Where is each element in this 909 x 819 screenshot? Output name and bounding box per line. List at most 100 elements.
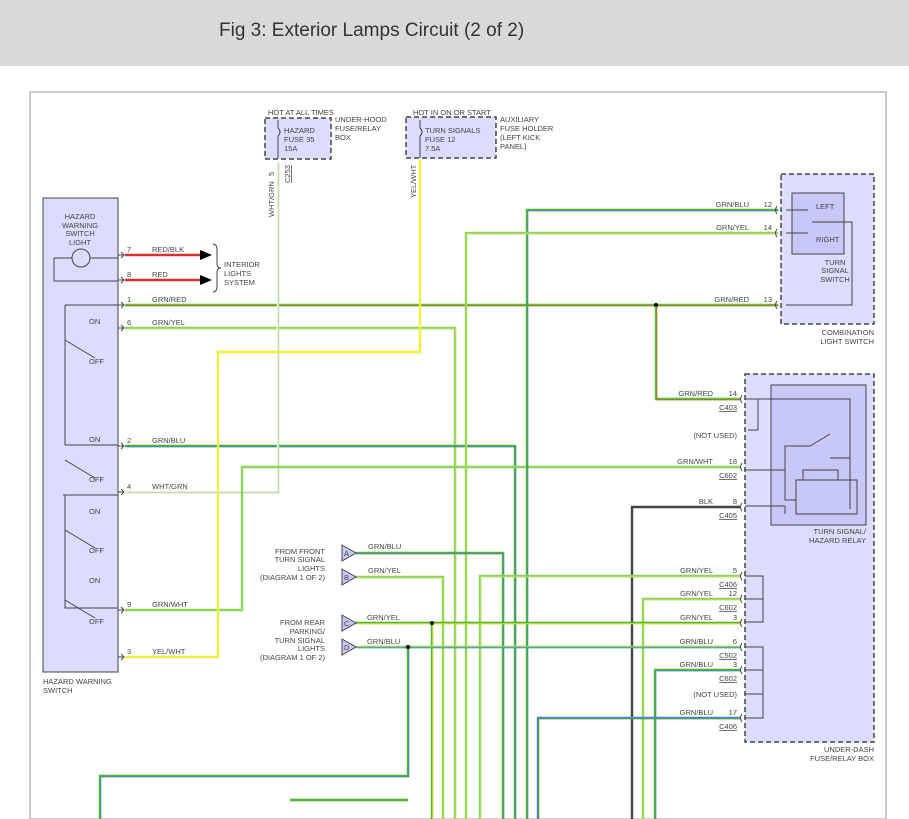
svg-text:WHT/GRN: WHT/GRN <box>267 181 276 217</box>
wire-label: RED/BLK <box>152 245 184 254</box>
pin-number: 3 <box>733 660 737 669</box>
svg-text:LIGHT: LIGHT <box>69 238 92 247</box>
pin-number: 6 <box>127 318 131 327</box>
pin-number: 8 <box>733 497 737 506</box>
svg-text:SWITCH: SWITCH <box>43 686 73 695</box>
svg-text:5: 5 <box>267 172 276 176</box>
wire-label: GRN/YEL <box>716 223 749 232</box>
svg-text:GRN/YEL: GRN/YEL <box>368 566 401 575</box>
wire-label: GRN/BLU <box>716 200 749 209</box>
svg-text:TURN SIGNAL: TURN SIGNAL <box>275 555 325 564</box>
wire-label: GRN/BLU <box>680 637 713 646</box>
svg-text:HAZARD: HAZARD <box>284 126 315 135</box>
wire-label: BLK <box>699 497 713 506</box>
svg-text:C: C <box>344 619 350 628</box>
svg-text:FUSE 12: FUSE 12 <box>425 135 455 144</box>
wire-label: GRN/RED <box>152 295 187 304</box>
svg-text:(NOT USED): (NOT USED) <box>693 431 737 440</box>
wire-grn-yel-c-down <box>430 623 434 819</box>
wire-label: RED <box>152 270 168 279</box>
connector-label: C602 <box>719 674 737 683</box>
pin-number: 1 <box>127 295 131 304</box>
svg-text:OFF: OFF <box>89 357 104 366</box>
wire-label: GRN/BLU <box>680 708 713 717</box>
svg-text:HAZARD: HAZARD <box>65 212 96 221</box>
pin-number: 6 <box>733 637 737 646</box>
svg-text:ON: ON <box>89 317 100 326</box>
svg-text:OFF: OFF <box>89 617 104 626</box>
svg-text:SIGNAL: SIGNAL <box>821 266 849 275</box>
pin-number: 4 <box>127 482 131 491</box>
splice-dot <box>406 645 410 649</box>
connector-label: C602 <box>719 471 737 480</box>
svg-text:ON: ON <box>89 435 100 444</box>
svg-text:YEL/WHT: YEL/WHT <box>409 164 418 198</box>
svg-text:TURN SIGNAL/: TURN SIGNAL/ <box>813 527 866 536</box>
svg-text:PARKING/: PARKING/ <box>290 627 326 636</box>
svg-text:UNDER-DASH: UNDER-DASH <box>824 745 874 754</box>
svg-text:(DIAGRAM 1 OF 2): (DIAGRAM 1 OF 2) <box>260 653 326 662</box>
svg-text:BOX: BOX <box>335 133 351 142</box>
svg-text:OFF: OFF <box>89 475 104 484</box>
fuse1-header: HOT AT ALL TIMES <box>268 108 334 117</box>
svg-text:RIGHT: RIGHT <box>816 235 840 244</box>
hazard-warning-switch: HAZARD WARNING SWITCH LIGHT ONOFF ONOFF … <box>42 197 119 695</box>
rear-turn-signal-inputs: FROM REAR PARKING/ TURN SIGNAL LIGHTS (D… <box>260 613 400 662</box>
pin-number: 12 <box>729 589 737 598</box>
front-turn-signal-inputs: FROM FRONT TURN SIGNAL LIGHTS (DIAGRAM 1… <box>260 542 401 586</box>
pin-number: 3 <box>127 647 131 656</box>
connector-label: C405 <box>719 511 737 520</box>
svg-text:FUSE/RELAY: FUSE/RELAY <box>335 124 381 133</box>
connector-label: C602 <box>719 603 737 612</box>
wire-grn-blu-17 <box>536 716 741 819</box>
wire-label: GRN/RED <box>714 295 749 304</box>
wire-grn-yel-c <box>356 621 741 625</box>
under-dash-fuse-relay-box: TURN SIGNAL/ HAZARD RELAY UNDER-DASH FUS… <box>693 373 875 763</box>
svg-text:LIGHTS: LIGHTS <box>224 269 251 278</box>
pin-number: 13 <box>764 295 772 304</box>
svg-text:GRN/YEL: GRN/YEL <box>367 613 400 622</box>
connector-label: C502 <box>719 651 737 660</box>
svg-text:UNDER-HOOD: UNDER-HOOD <box>335 115 387 124</box>
svg-text:7.5A: 7.5A <box>425 144 440 153</box>
wire-label: GRN/YEL <box>680 613 713 622</box>
wire-label: GRN/YEL <box>680 566 713 575</box>
svg-text:INTERIOR: INTERIOR <box>224 260 260 269</box>
svg-text:FROM REAR: FROM REAR <box>280 618 326 627</box>
svg-text:AUXILIARY: AUXILIARY <box>500 115 539 124</box>
pin-number: 18 <box>729 457 737 466</box>
pin-number: 5 <box>733 566 737 575</box>
wire-grn-blu-a <box>356 551 505 819</box>
svg-text:LIGHTS: LIGHTS <box>298 564 325 573</box>
wire-label: GRN/WHT <box>677 457 713 466</box>
svg-text:C253: C253 <box>283 165 292 183</box>
wire-yel-wht <box>125 160 422 659</box>
svg-text:COMBINATION: COMBINATION <box>822 328 874 337</box>
hazard-pin-labels: 7 RED/BLK 8 RED 1 GRN/RED 6 GRN/YEL 2 GRN/BLU 4 WHT… <box>118 245 188 661</box>
wire-label: GRN/BLU <box>680 660 713 669</box>
svg-text:SWITCH: SWITCH <box>65 229 95 238</box>
svg-text:LIGHTS: LIGHTS <box>298 644 325 653</box>
svg-text:PANEL): PANEL) <box>500 142 527 151</box>
pin-number: 17 <box>729 708 737 717</box>
svg-text:15A: 15A <box>284 144 297 153</box>
wire-label: YEL/WHT <box>152 647 186 656</box>
svg-text:ON: ON <box>89 576 100 585</box>
wire-grn-red <box>125 303 779 307</box>
wire-label: GRN/YEL <box>680 589 713 598</box>
svg-text:FUSE/RELAY BOX: FUSE/RELAY BOX <box>810 754 874 763</box>
connector-label: C403 <box>719 403 737 412</box>
wire-label: GRN/RED <box>678 389 713 398</box>
svg-text:LEFT: LEFT <box>816 202 835 211</box>
wires <box>98 160 779 819</box>
svg-text:A: A <box>344 549 349 558</box>
wire-label: GRN/WHT <box>152 600 188 609</box>
turn-signal-fuse: HOT IN ON OR START TURN SIGNALS FUSE 12 … <box>405 108 554 198</box>
combination-light-switch: LEFT RIGHT TURN SIGNAL SWITCH COMBINATIO… <box>780 173 875 346</box>
svg-text:OFF: OFF <box>89 546 104 555</box>
pin-number: 12 <box>764 200 772 209</box>
svg-text:(DIAGRAM 1 OF 2): (DIAGRAM 1 OF 2) <box>260 573 326 582</box>
svg-text:TURN SIGNALS: TURN SIGNALS <box>425 126 480 135</box>
svg-text:GRN/BLU: GRN/BLU <box>367 637 400 646</box>
wire-grn-blu-d-down <box>98 647 410 819</box>
